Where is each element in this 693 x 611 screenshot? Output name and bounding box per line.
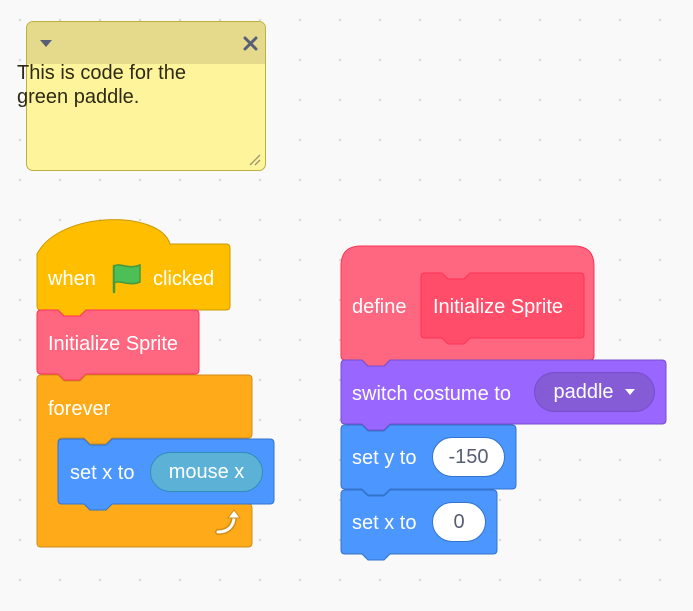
forever-label: forever xyxy=(48,398,111,420)
set-y-label: set y to xyxy=(352,447,417,469)
switch-costume-label: switch costume to xyxy=(352,383,511,405)
chevron-down-icon xyxy=(624,389,635,395)
set-x-label: set x to xyxy=(70,462,135,484)
define-label: define xyxy=(352,296,407,318)
set-x-value-input[interactable]: 0 xyxy=(432,502,486,542)
hat-when-label: when xyxy=(48,268,96,290)
costume-dropdown-value: paddle xyxy=(553,380,614,403)
set-x-label-2: set x to xyxy=(352,512,417,534)
mouse-x-reporter[interactable]: mouse x xyxy=(150,452,263,492)
set-y-value-input[interactable]: -150 xyxy=(432,437,505,477)
costume-dropdown[interactable]: paddle xyxy=(534,372,655,412)
hat-clicked-label: clicked xyxy=(153,268,215,290)
initialize-sprite-call-label: Initialize Sprite xyxy=(48,333,179,355)
procedure-name-label: Initialize Sprite xyxy=(433,296,564,318)
